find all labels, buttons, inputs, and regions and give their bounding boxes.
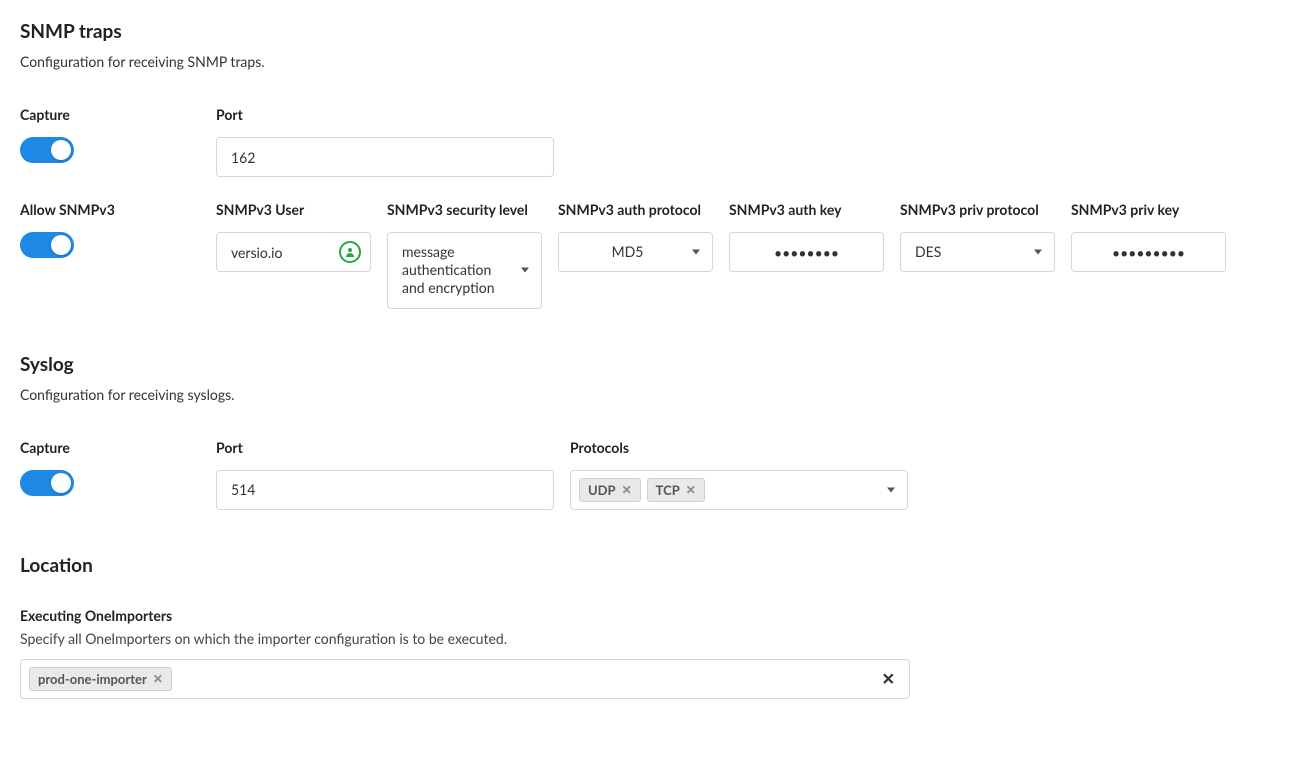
remove-chip-icon[interactable]: ✕ [686,482,696,497]
snmp-privproto-value: DES [915,243,941,261]
protocol-chip: UDP ✕ [579,478,641,502]
snmp-privproto-label: SNMPv3 priv protocol [900,201,1055,218]
protocol-chip-label: TCP [656,482,680,498]
snmp-seclevel-value: message authentication and encryption [402,243,511,298]
syslog-desc: Configuration for receiving syslogs. [20,386,1279,403]
protocol-chip: TCP ✕ [647,478,705,502]
syslog-port-input[interactable] [216,470,554,510]
snmp-capture-label: Capture [20,106,200,123]
snmp-authproto-label: SNMPv3 auth protocol [558,201,713,218]
protocol-chip-label: UDP [588,482,616,498]
syslog-title: Syslog [20,353,1279,376]
importer-chip: prod-one-importer ✕ [29,667,172,691]
snmp-user-label: SNMPv3 User [216,201,371,218]
user-verified-icon [339,241,361,263]
snmp-privproto-select[interactable]: DES [900,232,1055,272]
syslog-port-field: Port [216,439,554,510]
chevron-down-icon [887,487,895,492]
syslog-port-label: Port [216,439,554,456]
snmp-allowv3-label: Allow SNMPv3 [20,201,200,218]
snmp-port-label: Port [216,106,554,123]
snmp-row-1: Capture Port [20,106,1279,177]
snmp-desc: Configuration for receiving SNMP traps. [20,53,1279,70]
chevron-down-icon [521,268,529,273]
snmp-privkey-label: SNMPv3 priv key [1071,201,1226,218]
snmp-authproto-select[interactable]: MD5 [558,232,713,272]
snmp-authproto-value: MD5 [612,243,644,261]
oneimporters-input[interactable]: prod-one-importer ✕ ✕ [20,659,910,699]
chevron-down-icon [1034,250,1042,255]
snmp-capture-toggle[interactable] [20,137,74,163]
snmp-privproto-field: SNMPv3 priv protocol DES [900,201,1055,272]
snmp-port-input[interactable] [216,137,554,177]
snmp-authkey-label: SNMPv3 auth key [729,201,884,218]
syslog-protocols-input[interactable]: UDP ✕ TCP ✕ [570,470,908,510]
snmp-allowv3-field: Allow SNMPv3 [20,201,200,258]
location-sub-label: Executing OneImporters [20,607,1279,624]
snmp-authkey-input[interactable] [729,232,884,272]
syslog-protocols-field: Protocols UDP ✕ TCP ✕ [570,439,908,510]
snmp-user-field: SNMPv3 User [216,201,371,272]
importer-chip-label: prod-one-importer [38,671,147,687]
syslog-capture-label: Capture [20,439,200,456]
syslog-section: Syslog Configuration for receiving syslo… [20,353,1279,510]
syslog-row: Capture Port Protocols UDP ✕ TCP ✕ [20,439,1279,510]
clear-all-icon[interactable]: ✕ [882,669,895,688]
syslog-capture-toggle[interactable] [20,470,74,496]
chevron-down-icon [692,250,700,255]
snmp-seclevel-label: SNMPv3 security level [387,201,542,218]
snmp-allowv3-toggle[interactable] [20,232,74,258]
snmp-section: SNMP traps Configuration for receiving S… [20,20,1279,309]
snmp-seclevel-field: SNMPv3 security level message authentica… [387,201,542,309]
location-section: Location Executing OneImporters Specify … [20,554,1279,699]
location-sub-desc: Specify all OneImporters on which the im… [20,630,1279,647]
snmp-row-2: Allow SNMPv3 SNMPv3 User SNMPv3 security… [20,201,1279,309]
syslog-capture-field: Capture [20,439,200,496]
remove-chip-icon[interactable]: ✕ [153,671,163,686]
remove-chip-icon[interactable]: ✕ [622,482,632,497]
snmp-authproto-field: SNMPv3 auth protocol MD5 [558,201,713,272]
snmp-seclevel-select[interactable]: message authentication and encryption [387,232,542,309]
snmp-port-field: Port [216,106,554,177]
snmp-authkey-field: SNMPv3 auth key [729,201,884,272]
snmp-privkey-field: SNMPv3 priv key [1071,201,1226,272]
snmp-privkey-input[interactable] [1071,232,1226,272]
snmp-title: SNMP traps [20,20,1279,43]
location-title: Location [20,554,1279,577]
syslog-protocols-label: Protocols [570,439,908,456]
snmp-capture-field: Capture [20,106,200,163]
